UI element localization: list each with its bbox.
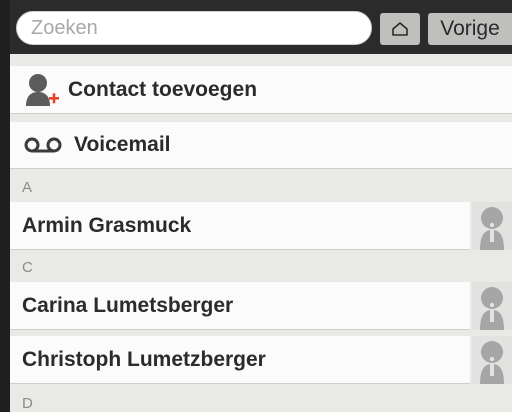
app-frame: Vorige Contact toevoegen Voicemail A Arm… — [0, 0, 512, 412]
search-input[interactable] — [16, 11, 372, 45]
home-button[interactable] — [380, 13, 420, 45]
section-header-a: A — [22, 179, 33, 196]
voicemail-icon — [24, 137, 62, 153]
add-contact-label: Contact toevoegen — [68, 77, 258, 101]
home-icon — [392, 22, 408, 36]
contact-row[interactable]: Carina Lumetsberger — [10, 282, 470, 330]
voicemail-row[interactable]: Voicemail — [10, 122, 512, 169]
contact-info-button[interactable] — [472, 202, 512, 250]
contact-row[interactable]: Armin Grasmuck — [10, 202, 470, 250]
person-info-icon — [480, 341, 504, 384]
person-info-icon — [480, 207, 504, 250]
add-contact-row[interactable]: Contact toevoegen — [10, 66, 512, 114]
person-info-icon — [480, 287, 504, 330]
contact-row[interactable]: Christoph Lumetzberger — [10, 336, 470, 384]
contact-info-button[interactable] — [472, 282, 512, 330]
person-add-icon — [26, 73, 59, 106]
top-bar: Vorige — [10, 0, 512, 54]
voicemail-label: Voicemail — [74, 133, 171, 156]
section-header-c: C — [22, 259, 33, 276]
contact-info-button[interactable] — [472, 336, 512, 384]
back-button[interactable]: Vorige — [428, 13, 512, 45]
section-header-d: D — [22, 395, 33, 412]
